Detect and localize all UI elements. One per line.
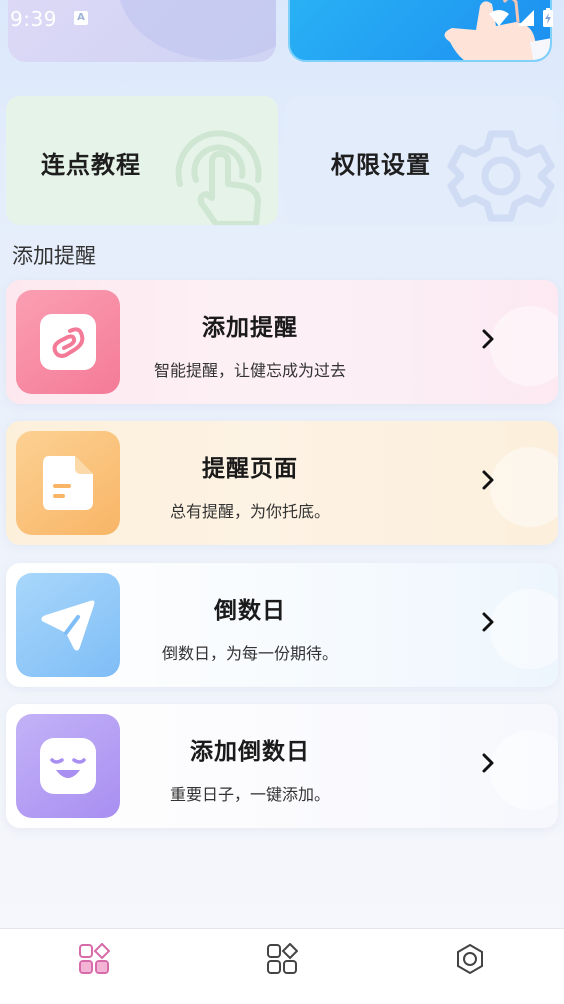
decorative-glow: [490, 589, 558, 669]
reminder-page-card[interactable]: 提醒页面 总有提醒，为你托底。: [6, 421, 558, 545]
notification-indicator: A: [74, 11, 88, 25]
touch-finger-icon: [175, 130, 262, 225]
chevron-right-icon: [482, 470, 494, 490]
card-title: 添加提醒: [202, 315, 298, 341]
card-subtitle: 倒数日，为每一份期待。: [161, 644, 338, 663]
card-icon-tile: [16, 431, 120, 535]
chevron-right-icon: [482, 612, 494, 632]
grid-home-icon[interactable]: [78, 943, 110, 975]
card-title: 提醒页面: [202, 456, 298, 482]
card-title: 添加倒数日: [190, 739, 310, 765]
card-subtitle: 重要日子，一键添加。: [169, 785, 330, 804]
status-bar: 9:39 A: [0, 0, 564, 36]
tile-label: 权限设置: [331, 151, 431, 179]
gear-icon: [447, 130, 555, 222]
card-title: 倒数日: [214, 598, 286, 624]
decorative-glow: [490, 447, 558, 527]
tile-label: 连点教程: [41, 151, 141, 179]
smiley-face-icon: [40, 738, 96, 794]
card-subtitle: 总有提醒，为你托底。: [169, 502, 330, 521]
countdown-card[interactable]: 倒数日 倒数日，为每一份期待。: [6, 563, 558, 687]
tile-click-tutorial[interactable]: 连点教程: [6, 96, 278, 225]
chevron-right-icon: [482, 753, 494, 773]
decorative-glow: [490, 730, 558, 810]
card-icon-tile: [16, 573, 120, 677]
card-icon-tile: [16, 714, 120, 818]
status-icons: [488, 8, 554, 28]
signal-icon: [518, 10, 534, 26]
chevron-right-icon: [482, 329, 494, 349]
hexagon-settings-icon[interactable]: [454, 943, 486, 975]
link-icon: [40, 314, 96, 370]
card-icon-tile: [16, 290, 120, 394]
grid-apps-icon[interactable]: [266, 943, 298, 975]
paper-plane-icon: [41, 600, 95, 651]
document-icon: [43, 456, 93, 510]
status-time: 9:39: [10, 7, 57, 31]
wifi-icon: [489, 10, 509, 26]
bottom-nav: [0, 928, 564, 1004]
decorative-glow: [490, 306, 558, 386]
section-title: 添加提醒: [12, 244, 96, 268]
card-subtitle: 智能提醒，让健忘成为过去: [153, 361, 346, 380]
add-countdown-card[interactable]: 添加倒数日 重要日子，一键添加。: [6, 704, 558, 828]
add-reminder-card[interactable]: 添加提醒 智能提醒，让健忘成为过去: [6, 280, 558, 404]
battery-charging-icon: [543, 8, 553, 27]
tile-permission-settings[interactable]: 权限设置: [285, 96, 557, 225]
